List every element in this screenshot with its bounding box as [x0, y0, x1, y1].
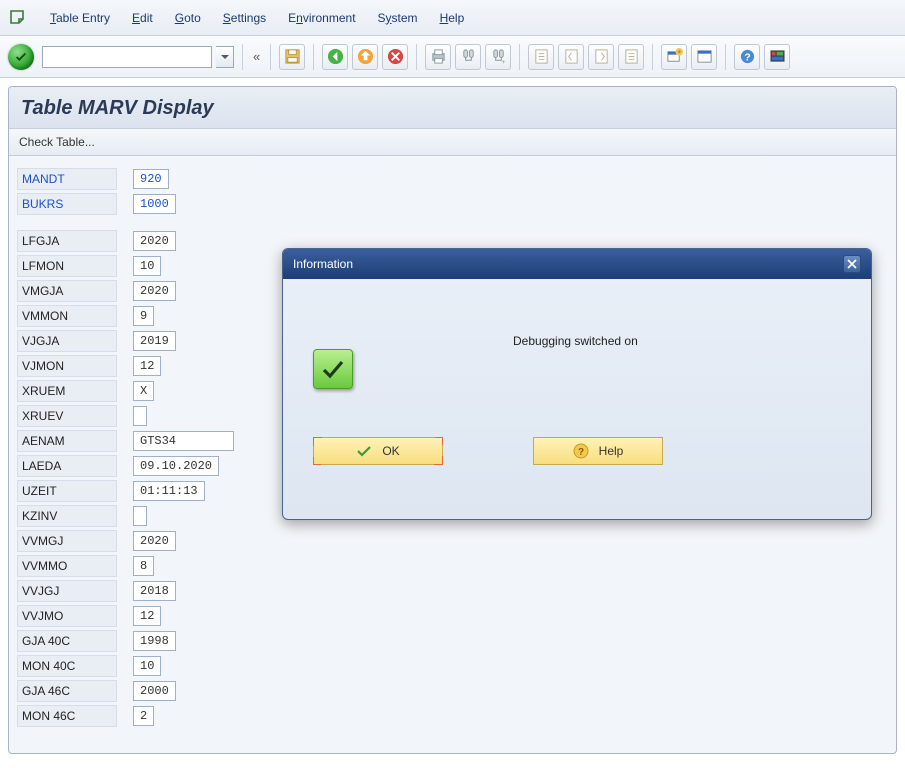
dialog-ok-label: OK — [382, 444, 399, 458]
exit-icon[interactable] — [352, 44, 378, 70]
field-row: VVJGJ 2018 — [17, 578, 888, 603]
field-label: VVJGJ — [17, 580, 117, 602]
dialog-help-label: Help — [599, 444, 624, 458]
field-label: XRUEM — [17, 380, 117, 402]
field-value: 1998 — [133, 631, 176, 651]
menu-settings[interactable]: Settings — [223, 11, 266, 25]
find-next-icon[interactable]: + — [485, 44, 511, 70]
field-value: X — [133, 381, 154, 401]
print-icon[interactable] — [425, 44, 451, 70]
field-row: VVMGJ 2020 — [17, 528, 888, 553]
menu-help[interactable]: Help — [440, 11, 465, 25]
command-dropdown[interactable] — [216, 46, 234, 68]
dialog-close-button[interactable] — [843, 255, 861, 273]
svg-text:+: + — [501, 59, 505, 65]
dialog-title-text: Information — [293, 257, 353, 271]
field-label: BUKRS — [17, 193, 117, 215]
field-value: 12 — [133, 356, 161, 376]
field-label: VJMON — [17, 355, 117, 377]
field-value — [133, 506, 147, 526]
field-label: UZEIT — [17, 480, 117, 502]
back-icon[interactable] — [322, 44, 348, 70]
menu-goto[interactable]: Goto — [175, 11, 201, 25]
check-table-button[interactable]: Check Table... — [19, 135, 95, 149]
field-row: BUKRS 1000 — [17, 191, 888, 216]
field-label: VMGJA — [17, 280, 117, 302]
field-label: GJA 40C — [17, 630, 117, 652]
field-label: LAEDA — [17, 455, 117, 477]
next-page-icon[interactable] — [588, 44, 614, 70]
svg-text:?: ? — [578, 447, 584, 458]
field-value: 2019 — [133, 331, 176, 351]
field-row: MANDT 920 — [17, 166, 888, 191]
field-row: MON 46C 2 — [17, 703, 888, 728]
field-label: VVJMO — [17, 605, 117, 627]
history-back-icon[interactable]: « — [251, 49, 262, 64]
enter-button[interactable] — [8, 44, 34, 70]
dialog-message: Debugging switched on — [513, 334, 638, 348]
field-label: VVMGJ — [17, 530, 117, 552]
dialog-ok-button[interactable]: OK — [313, 437, 443, 465]
field-value: 10 — [133, 656, 161, 676]
field-value: 1000 — [133, 194, 176, 214]
field-label: MON 46C — [17, 705, 117, 727]
field-value: GTS34 — [133, 431, 234, 451]
field-value: 01:11:13 — [133, 481, 205, 501]
svg-text:?: ? — [744, 52, 750, 63]
field-label: AENAM — [17, 430, 117, 452]
save-icon[interactable] — [279, 44, 305, 70]
field-label: MON 40C — [17, 655, 117, 677]
field-row: GJA 40C 1998 — [17, 628, 888, 653]
prev-page-icon[interactable] — [558, 44, 584, 70]
field-value: 2020 — [133, 281, 176, 301]
layout-icon[interactable] — [691, 44, 717, 70]
field-row: GJA 46C 2000 — [17, 678, 888, 703]
field-value: 920 — [133, 169, 169, 189]
field-label: LFMON — [17, 255, 117, 277]
help-icon[interactable]: ? — [734, 44, 760, 70]
field-value: 2 — [133, 706, 154, 726]
cancel-icon[interactable] — [382, 44, 408, 70]
menu-edit[interactable]: Edit — [132, 11, 153, 25]
field-value: 10 — [133, 256, 161, 276]
menu-bar: Table Entry Edit Goto Settings Environme… — [0, 0, 905, 36]
field-label: LFGJA — [17, 230, 117, 252]
dialog-success-icon — [313, 349, 353, 389]
field-label: XRUEV — [17, 405, 117, 427]
field-value: 2020 — [133, 531, 176, 551]
dialog-titlebar: Information — [283, 249, 871, 279]
field-value: 09.10.2020 — [133, 456, 219, 476]
dialog-help-button[interactable]: ? Help — [533, 437, 663, 465]
field-value: 2020 — [133, 231, 176, 251]
local-layout-icon[interactable] — [764, 44, 790, 70]
field-value: 2000 — [133, 681, 176, 701]
field-value: 12 — [133, 606, 161, 626]
last-page-icon[interactable] — [618, 44, 644, 70]
field-label: KZINV — [17, 505, 117, 527]
sub-toolbar: Check Table... — [9, 129, 896, 156]
field-label: GJA 46C — [17, 680, 117, 702]
field-row: MON 40C 10 — [17, 653, 888, 678]
first-page-icon[interactable] — [528, 44, 554, 70]
field-value: 9 — [133, 306, 154, 326]
field-label: VVMMO — [17, 555, 117, 577]
new-session-icon[interactable] — [661, 44, 687, 70]
field-label: MANDT — [17, 168, 117, 190]
field-value: 8 — [133, 556, 154, 576]
field-value — [133, 406, 147, 426]
menu-environment[interactable]: Environment — [288, 11, 355, 25]
command-field[interactable] — [42, 46, 212, 68]
field-row: VVJMO 12 — [17, 603, 888, 628]
field-row: VVMMO 8 — [17, 553, 888, 578]
app-menu-icon[interactable] — [8, 8, 28, 28]
field-label: VJGJA — [17, 330, 117, 352]
find-icon[interactable] — [455, 44, 481, 70]
info-dialog: Information Debugging switched on OK ? H… — [282, 248, 872, 520]
field-value: 2018 — [133, 581, 176, 601]
menu-table-entry[interactable]: Table Entry — [50, 11, 110, 25]
page-title: Table MARV Display — [9, 87, 896, 129]
toolbar: « + ? — [0, 36, 905, 78]
field-label: VMMON — [17, 305, 117, 327]
menu-system[interactable]: System — [378, 11, 418, 25]
